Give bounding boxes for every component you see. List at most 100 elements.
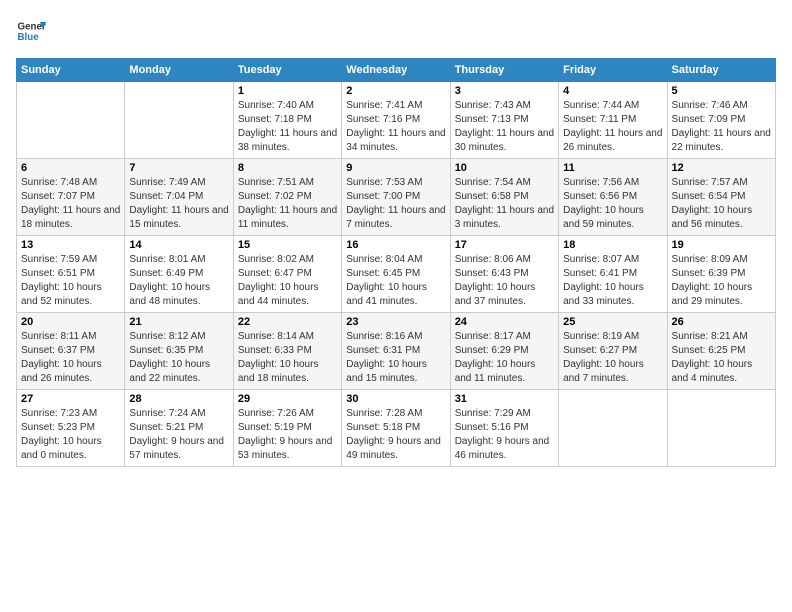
calendar-cell: 5 Sunrise: 7:46 AMSunset: 7:09 PMDaylight… — [667, 82, 775, 159]
day-info: Sunrise: 7:29 AMSunset: 5:16 PMDaylight:… — [455, 407, 554, 463]
day-number: 16 — [346, 239, 445, 251]
calendar-cell: 28 Sunrise: 7:24 AMSunset: 5:21 PMDayligh… — [125, 390, 233, 467]
calendar-week-row: 20 Sunrise: 8:11 AMSunset: 6:37 PMDayligh… — [17, 313, 776, 390]
day-number: 12 — [672, 162, 771, 174]
day-info: Sunrise: 8:12 AMSunset: 6:35 PMDaylight:… — [129, 330, 228, 386]
page-header: General Blue — [16, 16, 776, 46]
day-number: 19 — [672, 239, 771, 251]
day-number: 6 — [21, 162, 120, 174]
calendar-cell: 11 Sunrise: 7:56 AMSunset: 6:56 PMDayligh… — [559, 159, 667, 236]
day-info: Sunrise: 8:14 AMSunset: 6:33 PMDaylight:… — [238, 330, 337, 386]
day-number: 2 — [346, 85, 445, 97]
calendar-week-row: 1 Sunrise: 7:40 AMSunset: 7:18 PMDaylight… — [17, 82, 776, 159]
calendar-cell: 24 Sunrise: 8:17 AMSunset: 6:29 PMDayligh… — [450, 313, 558, 390]
day-number: 24 — [455, 316, 554, 328]
day-info: Sunrise: 7:40 AMSunset: 7:18 PMDaylight:… — [238, 99, 337, 155]
day-number: 15 — [238, 239, 337, 251]
svg-text:Blue: Blue — [18, 32, 40, 43]
calendar-cell: 13 Sunrise: 7:59 AMSunset: 6:51 PMDayligh… — [17, 236, 125, 313]
calendar-cell: 8 Sunrise: 7:51 AMSunset: 7:02 PMDaylight… — [233, 159, 341, 236]
day-info: Sunrise: 8:04 AMSunset: 6:45 PMDaylight:… — [346, 253, 445, 309]
calendar-cell: 29Sunrise: 7:26 AMSunset: 5:19 PMDayligh… — [233, 390, 341, 467]
calendar-week-row: 6 Sunrise: 7:48 AMSunset: 7:07 PMDaylight… — [17, 159, 776, 236]
calendar-cell: 27Sunrise: 7:23 AMSunset: 5:23 PMDayligh… — [17, 390, 125, 467]
day-info: Sunrise: 8:01 AMSunset: 6:49 PMDaylight:… — [129, 253, 228, 309]
day-info: Sunrise: 8:11 AMSunset: 6:37 PMDaylight:… — [21, 330, 120, 386]
calendar-cell: 2 Sunrise: 7:41 AMSunset: 7:16 PMDaylight… — [342, 82, 450, 159]
logo: General Blue — [16, 16, 50, 46]
day-of-week-header: Tuesday — [233, 59, 341, 82]
calendar-cell — [559, 390, 667, 467]
day-info: Sunrise: 7:28 AMSunset: 5:18 PMDaylight:… — [346, 407, 445, 463]
calendar-cell — [17, 82, 125, 159]
calendar-table: SundayMondayTuesdayWednesdayThursdayFrid… — [16, 58, 776, 467]
day-of-week-header: Thursday — [450, 59, 558, 82]
calendar-cell: 12 Sunrise: 7:57 AMSunset: 6:54 PMDayligh… — [667, 159, 775, 236]
day-info: Sunrise: 8:21 AMSunset: 6:25 PMDaylight:… — [672, 330, 771, 386]
day-info: Sunrise: 8:16 AMSunset: 6:31 PMDaylight:… — [346, 330, 445, 386]
day-info: Sunrise: 8:06 AMSunset: 6:43 PMDaylight:… — [455, 253, 554, 309]
calendar-cell: 7Sunrise: 7:49 AMSunset: 7:04 PMDaylight… — [125, 159, 233, 236]
day-number: 1 — [238, 85, 337, 97]
day-info: Sunrise: 7:56 AMSunset: 6:56 PMDaylight:… — [563, 176, 662, 232]
calendar-cell: 4Sunrise: 7:44 AMSunset: 7:11 PMDaylight… — [559, 82, 667, 159]
calendar-cell: 14 Sunrise: 8:01 AMSunset: 6:49 PMDayligh… — [125, 236, 233, 313]
logo-icon: General Blue — [16, 16, 46, 46]
day-number: 7 — [129, 162, 228, 174]
day-info: Sunrise: 7:53 AMSunset: 7:00 PMDaylight:… — [346, 176, 445, 232]
calendar-cell: 10 Sunrise: 7:54 AMSunset: 6:58 PMDayligh… — [450, 159, 558, 236]
day-number: 5 — [672, 85, 771, 97]
calendar-cell: 31 Sunrise: 7:29 AMSunset: 5:16 PMDayligh… — [450, 390, 558, 467]
day-number: 31 — [455, 393, 554, 405]
day-info: Sunrise: 7:59 AMSunset: 6:51 PMDaylight:… — [21, 253, 120, 309]
day-info: Sunrise: 8:17 AMSunset: 6:29 PMDaylight:… — [455, 330, 554, 386]
day-info: Sunrise: 7:48 AMSunset: 7:07 PMDaylight:… — [21, 176, 120, 232]
calendar-cell: 16 Sunrise: 8:04 AMSunset: 6:45 PMDayligh… — [342, 236, 450, 313]
day-info: Sunrise: 8:19 AMSunset: 6:27 PMDaylight:… — [563, 330, 662, 386]
day-number: 8 — [238, 162, 337, 174]
calendar-cell: 20 Sunrise: 8:11 AMSunset: 6:37 PMDayligh… — [17, 313, 125, 390]
day-number: 25 — [563, 316, 662, 328]
day-info: Sunrise: 7:46 AMSunset: 7:09 PMDaylight:… — [672, 99, 771, 155]
day-number: 21 — [129, 316, 228, 328]
day-of-week-header: Sunday — [17, 59, 125, 82]
day-info: Sunrise: 8:09 AMSunset: 6:39 PMDaylight:… — [672, 253, 771, 309]
day-number: 23 — [346, 316, 445, 328]
calendar-cell: 22Sunrise: 8:14 AMSunset: 6:33 PMDayligh… — [233, 313, 341, 390]
day-number: 20 — [21, 316, 120, 328]
calendar-cell: 30 Sunrise: 7:28 AMSunset: 5:18 PMDayligh… — [342, 390, 450, 467]
calendar-cell: 9 Sunrise: 7:53 AMSunset: 7:00 PMDaylight… — [342, 159, 450, 236]
day-number: 28 — [129, 393, 228, 405]
calendar-cell: 1 Sunrise: 7:40 AMSunset: 7:18 PMDaylight… — [233, 82, 341, 159]
day-number: 13 — [21, 239, 120, 251]
day-of-week-header: Saturday — [667, 59, 775, 82]
calendar-week-row: 27Sunrise: 7:23 AMSunset: 5:23 PMDayligh… — [17, 390, 776, 467]
day-number: 9 — [346, 162, 445, 174]
calendar-cell: 21 Sunrise: 8:12 AMSunset: 6:35 PMDayligh… — [125, 313, 233, 390]
calendar-cell: 15 Sunrise: 8:02 AMSunset: 6:47 PMDayligh… — [233, 236, 341, 313]
calendar-cell: 25 Sunrise: 8:19 AMSunset: 6:27 PMDayligh… — [559, 313, 667, 390]
calendar-cell: 19 Sunrise: 8:09 AMSunset: 6:39 PMDayligh… — [667, 236, 775, 313]
day-of-week-header: Friday — [559, 59, 667, 82]
day-number: 29 — [238, 393, 337, 405]
day-number: 3 — [455, 85, 554, 97]
day-info: Sunrise: 7:41 AMSunset: 7:16 PMDaylight:… — [346, 99, 445, 155]
day-info: Sunrise: 7:23 AMSunset: 5:23 PMDaylight:… — [21, 407, 120, 463]
calendar-cell: 26 Sunrise: 8:21 AMSunset: 6:25 PMDayligh… — [667, 313, 775, 390]
day-of-week-header: Monday — [125, 59, 233, 82]
calendar-cell — [125, 82, 233, 159]
day-number: 10 — [455, 162, 554, 174]
calendar-cell: 17Sunrise: 8:06 AMSunset: 6:43 PMDayligh… — [450, 236, 558, 313]
day-info: Sunrise: 7:51 AMSunset: 7:02 PMDaylight:… — [238, 176, 337, 232]
day-number: 14 — [129, 239, 228, 251]
day-info: Sunrise: 7:24 AMSunset: 5:21 PMDaylight:… — [129, 407, 228, 463]
calendar-cell: 23 Sunrise: 8:16 AMSunset: 6:31 PMDayligh… — [342, 313, 450, 390]
calendar-cell: 6 Sunrise: 7:48 AMSunset: 7:07 PMDaylight… — [17, 159, 125, 236]
day-number: 18 — [563, 239, 662, 251]
day-number: 26 — [672, 316, 771, 328]
day-number: 11 — [563, 162, 662, 174]
day-info: Sunrise: 7:57 AMSunset: 6:54 PMDaylight:… — [672, 176, 771, 232]
day-info: Sunrise: 7:54 AMSunset: 6:58 PMDaylight:… — [455, 176, 554, 232]
day-info: Sunrise: 8:02 AMSunset: 6:47 PMDaylight:… — [238, 253, 337, 309]
day-number: 30 — [346, 393, 445, 405]
